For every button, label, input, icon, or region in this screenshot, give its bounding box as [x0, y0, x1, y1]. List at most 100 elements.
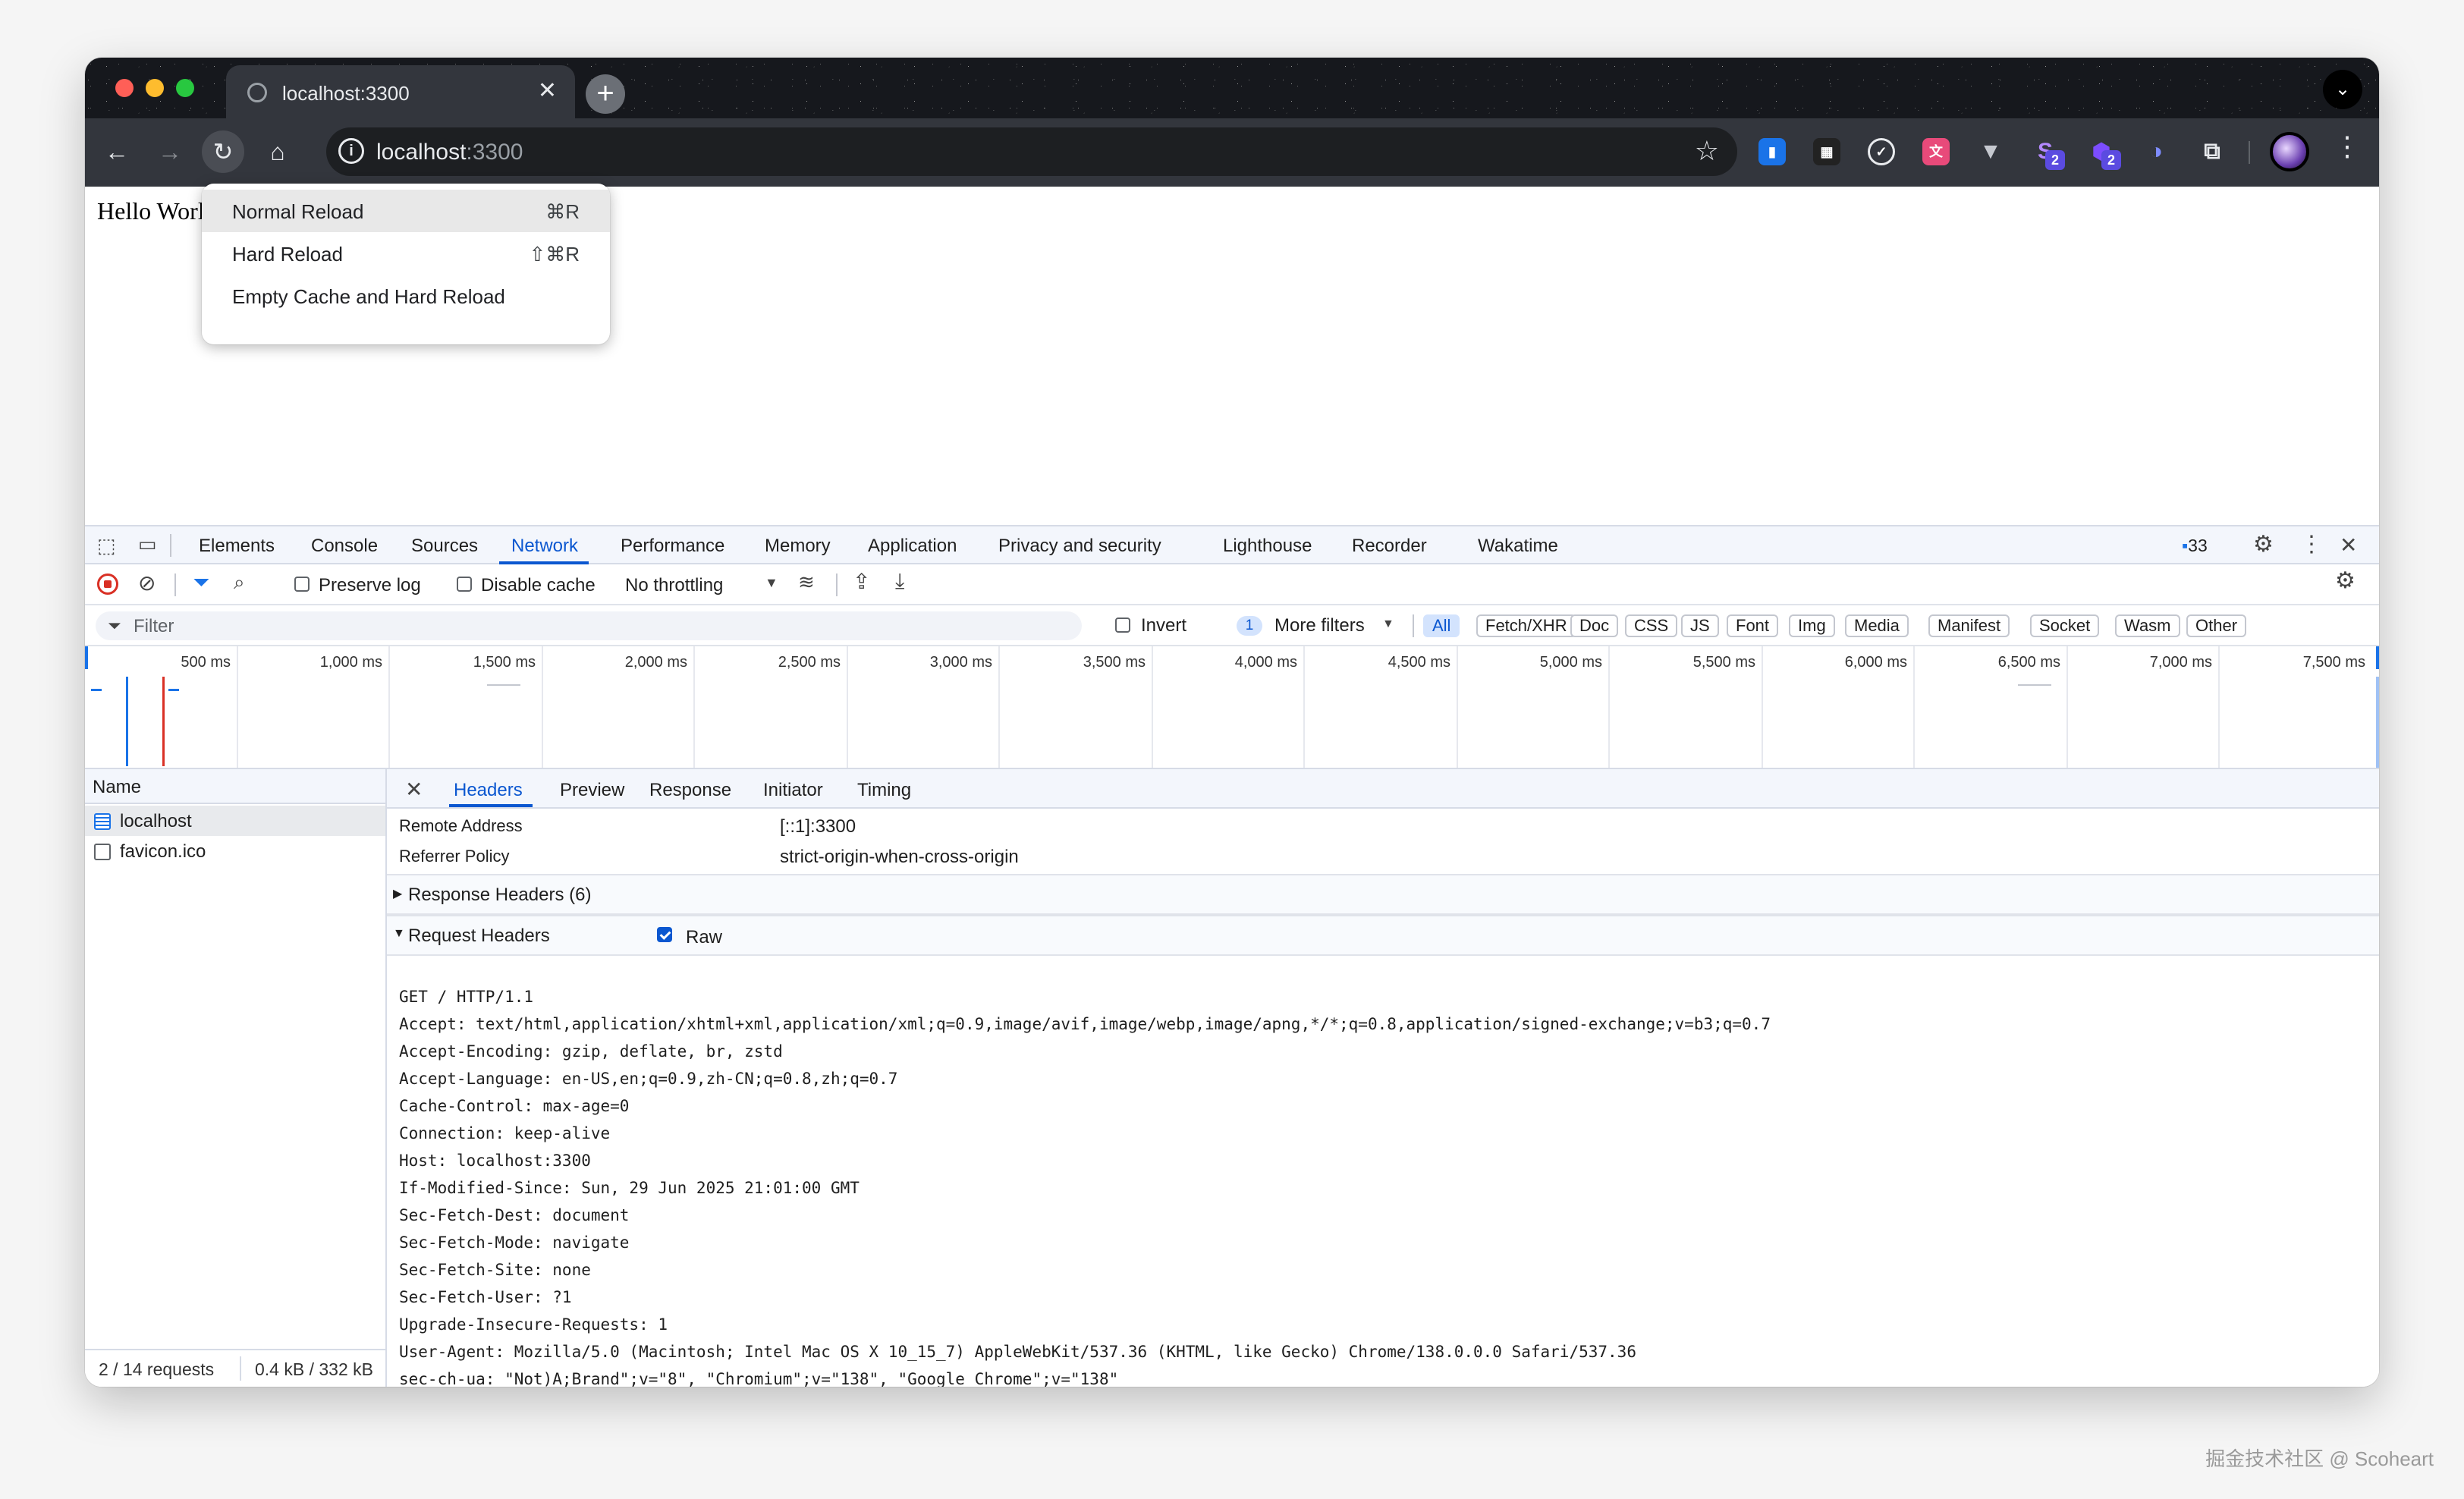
- preserve-log-checkbox[interactable]: [294, 577, 310, 592]
- invert-checkbox[interactable]: [1115, 618, 1130, 633]
- raw-header-line: Host: localhost:3300: [399, 1152, 591, 1170]
- export-har-icon[interactable]: ⤓: [895, 569, 904, 594]
- back-icon[interactable]: ←: [96, 130, 138, 173]
- network-conditions-icon[interactable]: ≋: [798, 570, 815, 594]
- timeline-tick-label: 500 ms: [181, 654, 231, 671]
- tab-network[interactable]: Network: [511, 536, 578, 557]
- tab-initiator[interactable]: Initiator: [763, 780, 823, 801]
- inspect-element-icon[interactable]: ⬚: [97, 534, 116, 558]
- device-toolbar-icon[interactable]: ▭: [138, 533, 157, 556]
- filter-type-media[interactable]: Media: [1845, 614, 1909, 637]
- close-window-button[interactable]: [115, 79, 134, 97]
- filter-type-img[interactable]: Img: [1789, 614, 1835, 637]
- raw-checkbox[interactable]: [657, 927, 672, 942]
- raw-header-line: Sec-Fetch-Dest: document: [399, 1206, 630, 1224]
- tab-timing[interactable]: Timing: [857, 780, 911, 801]
- clear-icon[interactable]: ⊘: [138, 570, 156, 596]
- extensions-icon[interactable]: ⧉: [2198, 138, 2226, 165]
- reload-icon[interactable]: ↻: [202, 130, 244, 173]
- raw-header-line: sec-ch-ua: "Not)A;Brand";v="8", "Chromiu…: [399, 1370, 1119, 1387]
- timeline-tick-label: 3,500 ms: [1083, 654, 1146, 671]
- menu-item-empty-cache-hard-reload[interactable]: Empty Cache and Hard Reload: [202, 275, 610, 317]
- tab-privacy-and-security[interactable]: Privacy and security: [998, 536, 1161, 557]
- filter-funnel-icon: ⏷: [108, 616, 121, 635]
- close-tab-icon[interactable]: ✕: [538, 77, 557, 104]
- filter-type-all[interactable]: All: [1423, 614, 1460, 637]
- tab-console[interactable]: Console: [311, 536, 378, 557]
- tab-memory[interactable]: Memory: [765, 536, 831, 557]
- tab-headers[interactable]: Headers: [454, 780, 523, 801]
- filter-funnel-icon[interactable]: ⏷: [193, 570, 209, 596]
- kebab-menu-icon[interactable]: ⋮: [2334, 130, 2361, 162]
- site-info-icon[interactable]: i: [338, 138, 364, 164]
- translate-extension-icon[interactable]: 文: [1922, 138, 1950, 165]
- timeline-gridline: [1152, 646, 1153, 768]
- network-timeline-overview[interactable]: 500 ms 1,000 ms 1,500 ms 2,000 ms 2,500 …: [85, 646, 2379, 769]
- vue-devtools-icon[interactable]: ▼: [1977, 138, 2004, 165]
- tab-performance[interactable]: Performance: [621, 536, 724, 557]
- filter-type-js[interactable]: JS: [1681, 614, 1719, 637]
- maximize-window-button[interactable]: [176, 79, 194, 97]
- disable-cache-checkbox[interactable]: [457, 577, 472, 592]
- extension-icon[interactable]: ◑: [2142, 138, 2170, 165]
- divider: [240, 1356, 241, 1381]
- filter-type-socket[interactable]: Socket: [2030, 614, 2100, 637]
- header-name: Remote Address: [399, 816, 523, 835]
- request-headers-section[interactable]: ▼ Request Headers Raw: [387, 915, 2379, 956]
- chevron-down-icon[interactable]: ▼: [765, 575, 778, 591]
- tab-lighthouse[interactable]: Lighthouse: [1223, 536, 1312, 557]
- more-filters-dropdown[interactable]: More filters: [1274, 615, 1365, 636]
- address-bar[interactable]: i localhost:3300 ☆: [326, 127, 1737, 176]
- chevron-down-icon[interactable]: ▼: [1382, 618, 1394, 631]
- name-column-header[interactable]: Name: [93, 777, 141, 798]
- tab-wakatime[interactable]: Wakatime: [1478, 536, 1558, 557]
- timeline-gridline: [847, 646, 848, 768]
- check-circle-icon[interactable]: ✓: [1868, 138, 1895, 165]
- timeline-tick-label: 6,000 ms: [1844, 654, 1907, 671]
- star-icon[interactable]: ☆: [1695, 135, 1719, 167]
- record-stop-icon[interactable]: [97, 574, 118, 595]
- menu-item-hard-reload[interactable]: Hard Reload ⇧⌘R: [202, 232, 610, 275]
- filter-type-css[interactable]: CSS: [1625, 614, 1678, 637]
- filter-input[interactable]: ⏷ Filter: [96, 611, 1082, 640]
- general-row-remote-address: Remote Address [::1]:3300: [399, 816, 2379, 837]
- extension-icon[interactable]: ⬢ 2: [2088, 138, 2121, 170]
- response-headers-section[interactable]: ▶ Response Headers (6): [387, 874, 2379, 915]
- extension-icon[interactable]: ▦: [1813, 138, 1840, 165]
- tab-preview[interactable]: Preview: [560, 780, 624, 801]
- menu-item-normal-reload[interactable]: Normal Reload ⌘R: [202, 190, 610, 232]
- extension-icon[interactable]: ▮: [1758, 138, 1786, 165]
- tab-recorder[interactable]: Recorder: [1352, 536, 1427, 557]
- triangle-down-icon: ▼: [393, 927, 405, 940]
- tab-sources[interactable]: Sources: [411, 536, 478, 557]
- new-tab-button[interactable]: +: [586, 74, 625, 114]
- tab-search-button[interactable]: ⌄: [2323, 70, 2362, 109]
- devtools-kebab-icon[interactable]: ⋮: [2300, 531, 2323, 558]
- home-icon[interactable]: ⌂: [256, 130, 299, 173]
- tab-elements[interactable]: Elements: [199, 536, 275, 557]
- filter-type-wasm[interactable]: Wasm: [2115, 614, 2180, 637]
- request-row[interactable]: favicon.ico: [85, 836, 385, 866]
- search-icon[interactable]: ⌕: [234, 570, 245, 595]
- throttling-select[interactable]: No throttling: [625, 575, 723, 596]
- profile-avatar[interactable]: [2270, 132, 2309, 171]
- import-har-icon[interactable]: ⇪: [853, 569, 870, 594]
- network-settings-gear-icon[interactable]: ⚙: [2335, 567, 2356, 594]
- filter-type-manifest[interactable]: Manifest: [1928, 614, 2010, 637]
- filter-bar: ⏷ Filter Invert 1 More filters ▼ All Fet…: [85, 605, 2379, 646]
- tab-response[interactable]: Response: [649, 780, 731, 801]
- close-devtools-icon[interactable]: ✕: [2340, 533, 2357, 558]
- issues-counter[interactable]: ▪33: [2182, 536, 2208, 556]
- filter-type-doc[interactable]: Doc: [1570, 614, 1619, 637]
- settings-gear-icon[interactable]: ⚙: [2253, 531, 2274, 558]
- extension-icon[interactable]: S 2: [2032, 138, 2065, 170]
- forward-icon[interactable]: →: [149, 130, 191, 173]
- minimize-window-button[interactable]: [146, 79, 164, 97]
- filter-type-fetch-xhr[interactable]: Fetch/XHR: [1476, 614, 1576, 637]
- request-row[interactable]: localhost: [85, 806, 385, 836]
- filter-type-other[interactable]: Other: [2186, 614, 2247, 637]
- browser-tab[interactable]: localhost:3300 ✕: [226, 65, 575, 118]
- close-details-icon[interactable]: ✕: [405, 777, 423, 802]
- tab-application[interactable]: Application: [868, 536, 957, 557]
- filter-type-font[interactable]: Font: [1727, 614, 1779, 637]
